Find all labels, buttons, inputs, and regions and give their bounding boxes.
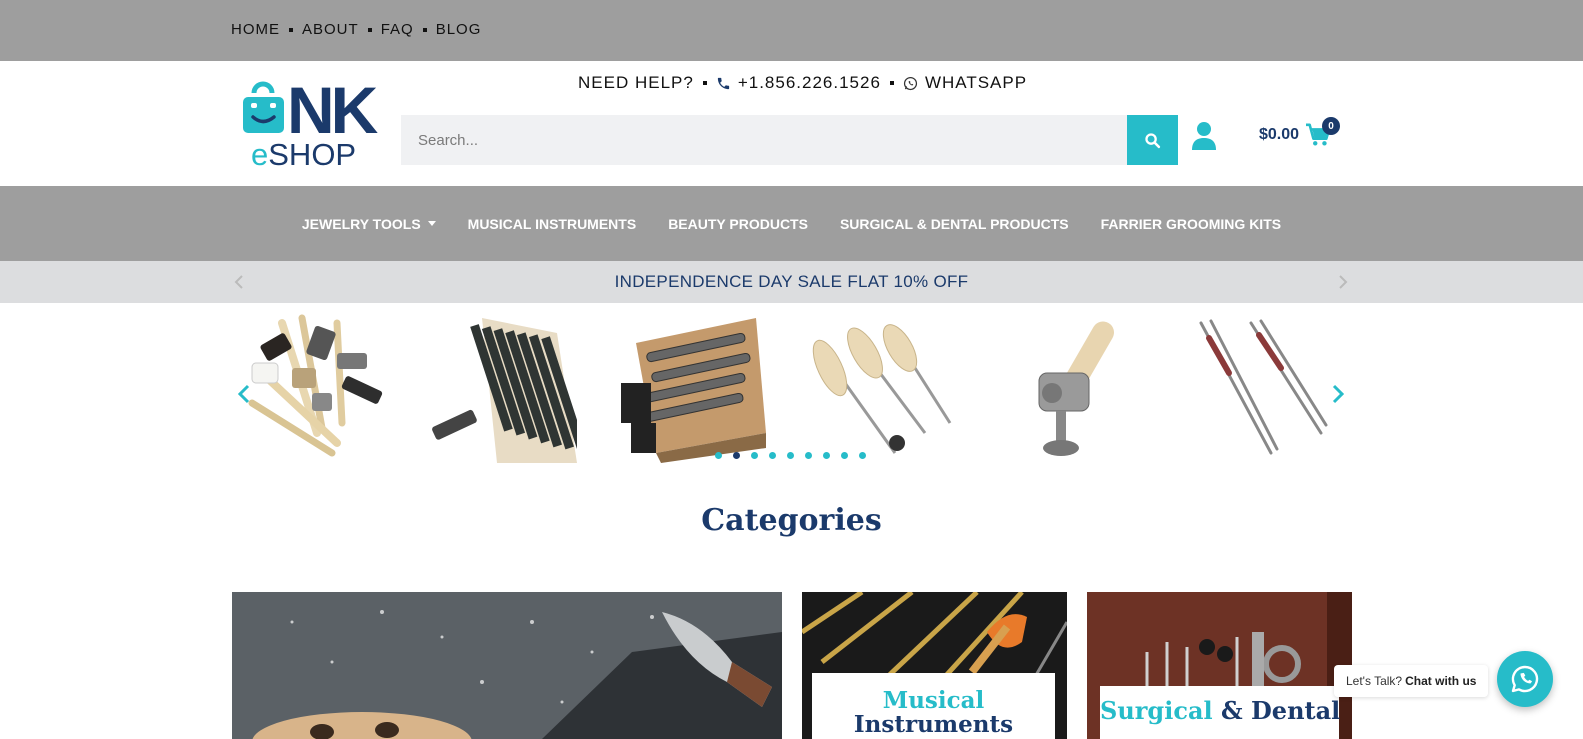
- chat-prefix: Let's Talk?: [1346, 674, 1403, 688]
- category-label-line1: Musical: [882, 687, 985, 714]
- nav-label: BEAUTY PRODUCTS: [668, 215, 808, 232]
- whatsapp-chat-button[interactable]: [1497, 651, 1553, 707]
- phone-link[interactable]: +1.856.226.1526: [738, 73, 881, 93]
- chevron-right-icon: [1332, 384, 1344, 404]
- phone-icon: [717, 77, 729, 89]
- whatsapp-icon: [1511, 665, 1539, 693]
- carousel-prev-button[interactable]: [235, 383, 253, 405]
- top-nav-blog[interactable]: BLOG: [436, 21, 482, 38]
- logo-sub-text: eSHOP: [251, 137, 356, 169]
- carousel-dot[interactable]: [859, 452, 866, 459]
- carousel-dot[interactable]: [787, 452, 794, 459]
- help-line: NEED HELP? +1.856.226.1526 WHATSAPP: [578, 73, 1027, 93]
- carousel-dot[interactable]: [751, 452, 758, 459]
- product-image-tool-block[interactable]: [616, 313, 766, 463]
- product-carousel: [231, 313, 1351, 467]
- nav-beauty-products[interactable]: BEAUTY PRODUCTS: [668, 216, 808, 232]
- promo-next-button[interactable]: [1333, 272, 1353, 292]
- separator: [702, 81, 707, 85]
- cart-total: $0.00: [1259, 126, 1300, 143]
- chat-bubble[interactable]: Let's Talk? Chat with us: [1334, 665, 1489, 697]
- whatsapp-icon: [903, 76, 917, 90]
- top-nav-faq[interactable]: FAQ: [381, 21, 414, 38]
- chevron-left-icon: [238, 384, 250, 404]
- carousel-dot[interactable]: [733, 452, 740, 459]
- nav-farrier-grooming-kits[interactable]: FARRIER GROOMING KITS: [1101, 216, 1281, 232]
- category-card-surgical-dental[interactable]: Surgical & Dental: [1087, 592, 1352, 739]
- product-image-ring-tool[interactable]: [994, 313, 1144, 463]
- top-bar: HOME ABOUT FAQ BLOG: [0, 0, 1583, 61]
- nav-label: MUSICAL INSTRUMENTS: [467, 215, 637, 232]
- categories-title: Categories: [701, 503, 882, 538]
- carousel-dot[interactable]: [715, 452, 722, 459]
- separator: [367, 27, 372, 32]
- separator: [889, 81, 894, 85]
- category-card-musical-instruments[interactable]: Musical Instruments: [802, 592, 1067, 739]
- top-nav-home[interactable]: HOME: [231, 21, 280, 38]
- carousel-pagination: [715, 452, 877, 459]
- user-account-icon[interactable]: [1191, 121, 1217, 151]
- nav-jewelry-tools[interactable]: JEWELRY TOOLS: [302, 216, 436, 232]
- separator: [422, 27, 427, 32]
- need-help-label: NEED HELP?: [578, 73, 694, 92]
- category-label-navy: & Dental: [1220, 696, 1341, 725]
- carousel-dot[interactable]: [805, 452, 812, 459]
- nav-musical-instruments[interactable]: MUSICAL INSTRUMENTS: [468, 216, 637, 232]
- search-input[interactable]: [401, 115, 1127, 165]
- product-image-punch-set[interactable]: [427, 313, 577, 463]
- search-icon: [1145, 132, 1161, 148]
- whatsapp-link[interactable]: WHATSAPP: [925, 73, 1027, 93]
- top-nav: HOME ABOUT FAQ BLOG: [231, 21, 481, 38]
- carousel-dot[interactable]: [841, 452, 848, 459]
- cart-count-badge: 0: [1322, 117, 1340, 135]
- product-image-hammers[interactable]: [242, 313, 392, 463]
- chat-cta: Chat with us: [1405, 674, 1477, 688]
- product-image-tweezers[interactable]: [1181, 313, 1331, 463]
- carousel-next-button[interactable]: [1329, 383, 1347, 405]
- search-button[interactable]: [1127, 115, 1178, 165]
- carousel-dot[interactable]: [769, 452, 776, 459]
- product-image-gravers[interactable]: [805, 313, 955, 463]
- nav-surgical-dental-products[interactable]: SURGICAL & DENTAL PRODUCTS: [840, 216, 1069, 232]
- category-card-jewelry[interactable]: [232, 592, 782, 739]
- category-label: Musical Instruments: [812, 673, 1055, 739]
- promo-banner: INDEPENDENCE DAY SALE FLAT 10% OFF: [0, 261, 1583, 303]
- chevron-right-icon: [1339, 275, 1348, 289]
- carousel-dot[interactable]: [823, 452, 830, 459]
- category-label: Surgical & Dental: [1100, 686, 1341, 739]
- cart-button[interactable]: $0.00 0: [1259, 117, 1340, 147]
- category-image-jewelry: [232, 592, 782, 739]
- top-nav-about[interactable]: ABOUT: [302, 21, 359, 38]
- separator: [289, 27, 293, 32]
- search-bar: [401, 115, 1178, 165]
- caret-down-icon: [427, 221, 436, 226]
- nav-label: JEWELRY TOOLS: [301, 215, 421, 232]
- header: NK eSHOP NEED HELP? +1.856.226.1526 WHAT…: [0, 61, 1583, 186]
- nk-eshop-logo[interactable]: NK eSHOP: [241, 79, 381, 169]
- category-label-teal: Surgical: [1100, 696, 1213, 725]
- nav-label: FARRIER GROOMING KITS: [1100, 215, 1282, 232]
- main-nav: JEWELRY TOOLS MUSICAL INSTRUMENTS BEAUTY…: [0, 186, 1583, 261]
- category-label-line2: Instruments: [853, 711, 1014, 738]
- nav-label: SURGICAL & DENTAL PRODUCTS: [839, 215, 1069, 232]
